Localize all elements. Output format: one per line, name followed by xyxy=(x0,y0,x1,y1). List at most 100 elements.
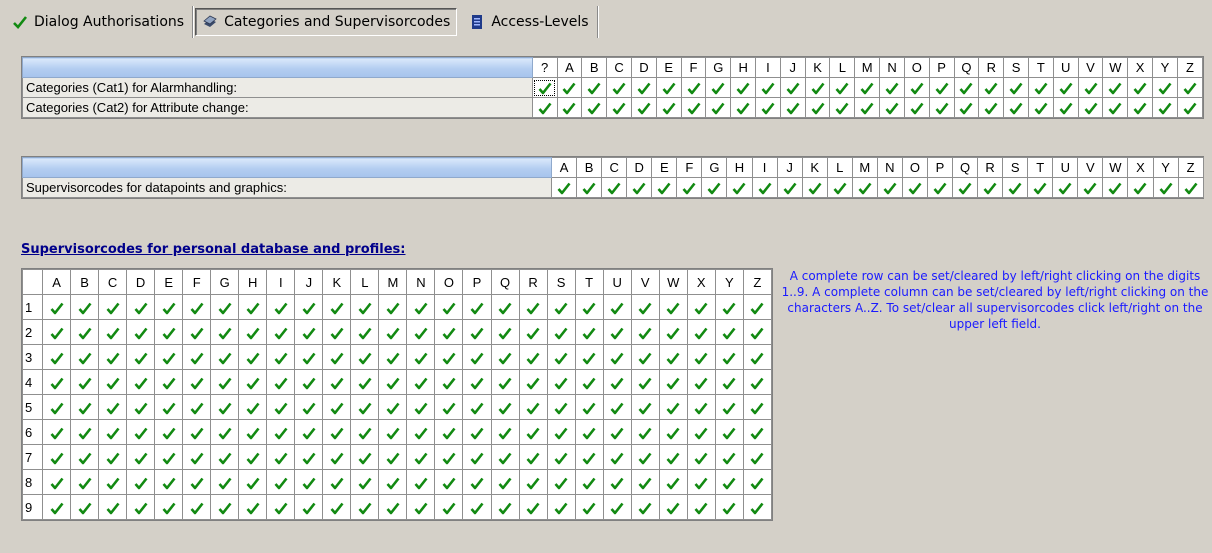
code-checkbox[interactable] xyxy=(1127,97,1154,118)
personal-code-checkbox[interactable] xyxy=(182,444,212,470)
column-header[interactable]: X xyxy=(1127,57,1154,78)
row-number[interactable]: 9 xyxy=(21,494,44,520)
personal-code-checkbox[interactable] xyxy=(126,494,156,520)
column-header[interactable]: C xyxy=(98,269,128,295)
column-header[interactable]: V xyxy=(1077,157,1104,178)
code-checkbox[interactable] xyxy=(655,77,682,98)
column-header[interactable]: V xyxy=(1077,57,1104,78)
personal-code-checkbox[interactable] xyxy=(742,369,773,395)
column-header[interactable]: O xyxy=(434,269,464,295)
code-checkbox[interactable] xyxy=(630,77,657,98)
personal-code-checkbox[interactable] xyxy=(266,444,296,470)
column-header[interactable]: W xyxy=(1102,157,1129,178)
personal-code-checkbox[interactable] xyxy=(434,444,464,470)
code-checkbox[interactable] xyxy=(676,177,703,198)
personal-code-checkbox[interactable] xyxy=(238,469,268,495)
personal-code-checkbox[interactable] xyxy=(518,394,548,420)
code-checkbox[interactable] xyxy=(1027,77,1054,98)
personal-code-checkbox[interactable] xyxy=(518,294,548,320)
personal-code-checkbox[interactable] xyxy=(742,344,773,370)
personal-code-checkbox[interactable] xyxy=(42,469,72,495)
personal-code-checkbox[interactable] xyxy=(686,494,716,520)
column-header[interactable]: O xyxy=(901,157,928,178)
personal-code-checkbox[interactable] xyxy=(574,394,604,420)
personal-code-checkbox[interactable] xyxy=(238,294,268,320)
personal-code-checkbox[interactable] xyxy=(406,319,436,345)
column-header[interactable]: M xyxy=(378,269,408,295)
personal-code-checkbox[interactable] xyxy=(182,419,212,445)
personal-code-checkbox[interactable] xyxy=(126,319,156,345)
code-checkbox[interactable] xyxy=(953,97,980,118)
personal-code-checkbox[interactable] xyxy=(518,494,548,520)
personal-code-checkbox[interactable] xyxy=(238,319,268,345)
code-checkbox[interactable] xyxy=(705,97,732,118)
personal-code-checkbox[interactable] xyxy=(98,444,128,470)
column-header[interactable]: K xyxy=(801,157,828,178)
code-checkbox[interactable] xyxy=(977,177,1004,198)
personal-code-checkbox[interactable] xyxy=(126,444,156,470)
personal-code-checkbox[interactable] xyxy=(70,319,100,345)
personal-code-checkbox[interactable] xyxy=(42,394,72,420)
personal-code-checkbox[interactable] xyxy=(434,344,464,370)
personal-code-checkbox[interactable] xyxy=(546,419,576,445)
personal-code-checkbox[interactable] xyxy=(714,444,744,470)
code-checkbox[interactable] xyxy=(1176,77,1204,98)
personal-code-checkbox[interactable] xyxy=(546,319,576,345)
personal-code-checkbox[interactable] xyxy=(518,344,548,370)
personal-code-checkbox[interactable] xyxy=(546,344,576,370)
personal-code-checkbox[interactable] xyxy=(686,419,716,445)
personal-code-checkbox[interactable] xyxy=(574,344,604,370)
personal-code-checkbox[interactable] xyxy=(686,444,716,470)
personal-code-checkbox[interactable] xyxy=(574,319,604,345)
personal-code-checkbox[interactable] xyxy=(602,419,632,445)
column-header[interactable]: S xyxy=(546,269,576,295)
personal-code-checkbox[interactable] xyxy=(686,469,716,495)
personal-code-checkbox[interactable] xyxy=(70,294,100,320)
column-header[interactable]: P xyxy=(462,269,492,295)
column-header[interactable]: H xyxy=(238,269,268,295)
column-header[interactable]: L xyxy=(350,269,380,295)
column-header[interactable]: X xyxy=(686,269,716,295)
personal-code-checkbox[interactable] xyxy=(714,494,744,520)
column-header[interactable]: R xyxy=(977,157,1004,178)
column-header[interactable]: A xyxy=(556,57,583,78)
code-checkbox[interactable] xyxy=(550,177,578,198)
personal-code-checkbox[interactable] xyxy=(658,344,688,370)
personal-code-checkbox[interactable] xyxy=(322,469,352,495)
personal-code-checkbox[interactable] xyxy=(574,444,604,470)
code-checkbox[interactable] xyxy=(1002,177,1029,198)
column-header[interactable]: C xyxy=(606,57,632,78)
personal-code-checkbox[interactable] xyxy=(462,444,492,470)
column-header[interactable]: Q xyxy=(951,157,979,178)
personal-code-checkbox[interactable] xyxy=(182,469,212,495)
personal-code-checkbox[interactable] xyxy=(406,369,436,395)
column-header[interactable]: G xyxy=(210,269,240,295)
column-header[interactable]: T xyxy=(574,269,604,295)
personal-code-checkbox[interactable] xyxy=(266,319,296,345)
personal-code-checkbox[interactable] xyxy=(238,494,268,520)
personal-code-checkbox[interactable] xyxy=(70,344,100,370)
personal-code-checkbox[interactable] xyxy=(546,444,576,470)
personal-code-checkbox[interactable] xyxy=(658,319,688,345)
code-checkbox[interactable] xyxy=(630,97,657,118)
personal-code-checkbox[interactable] xyxy=(686,294,716,320)
column-header[interactable]: D xyxy=(126,269,156,295)
personal-code-checkbox[interactable] xyxy=(602,494,632,520)
personal-code-checkbox[interactable] xyxy=(406,294,436,320)
personal-code-checkbox[interactable] xyxy=(714,419,744,445)
personal-code-checkbox[interactable] xyxy=(602,469,632,495)
personal-code-checkbox[interactable] xyxy=(126,394,156,420)
personal-code-checkbox[interactable] xyxy=(126,369,156,395)
row-number[interactable]: 7 xyxy=(21,444,44,470)
personal-code-checkbox[interactable] xyxy=(462,294,492,320)
personal-code-checkbox[interactable] xyxy=(42,369,72,395)
code-checkbox[interactable] xyxy=(726,177,753,198)
column-header[interactable]: R xyxy=(518,269,548,295)
personal-code-checkbox[interactable] xyxy=(294,294,324,320)
personal-code-checkbox[interactable] xyxy=(714,394,744,420)
personal-code-checkbox[interactable] xyxy=(406,344,436,370)
row-number[interactable]: 4 xyxy=(21,369,44,395)
column-header[interactable]: I xyxy=(266,269,296,295)
personal-code-checkbox[interactable] xyxy=(98,344,128,370)
column-header[interactable]: W xyxy=(1102,57,1129,78)
